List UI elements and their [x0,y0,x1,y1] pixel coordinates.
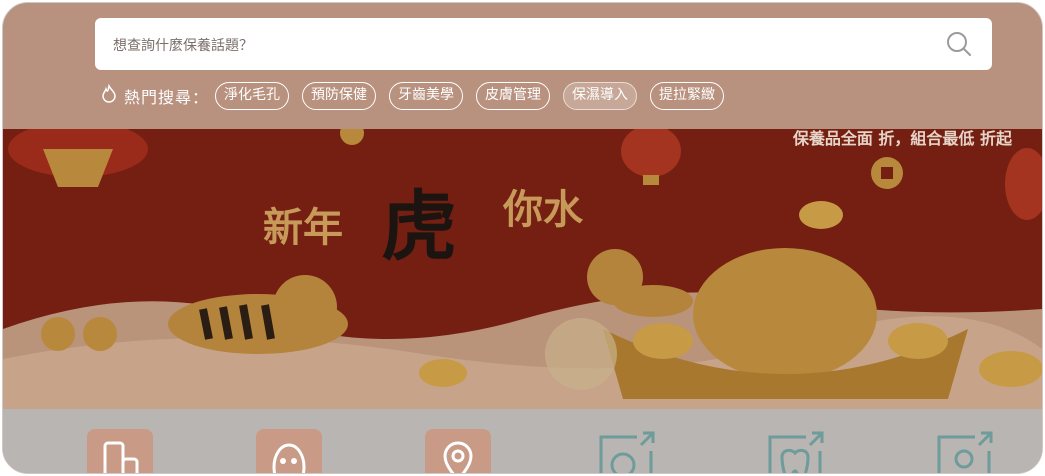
banner-illustration [3,129,1042,409]
hot-search-label: 熱門搜尋： [124,88,210,107]
banner-promo-text: 保養品全面 折，組合最低 折起 [792,129,1012,148]
location-icon[interactable] [425,429,491,473]
hot-chip-1[interactable]: 淨化毛孔 [215,82,290,110]
hot-chip-4[interactable]: 皮膚管理 [476,82,551,110]
flame-icon [100,83,118,108]
hot-chip-6[interactable]: 提拉緊緻 [650,82,725,110]
search-icon[interactable] [946,31,972,57]
search-input[interactable]: 想查詢什麼保養話題？ [95,18,992,70]
hot-search-row: 熱門搜尋： 淨化毛孔 預防保健 牙齒美學 皮膚管理 保濕導入 提拉緊緻 [100,80,737,112]
promo-banner[interactable]: 保養品全面 折，組合最低 折起 新年 虎 你水 [3,129,1042,409]
mask-icon[interactable] [256,429,322,473]
search-zoom-icon[interactable] [593,429,659,473]
app-frame: 想查詢什麼保養話題？ 熱門搜尋： 淨化毛孔 預防保健 牙齒美學 皮膚管理 保濕導… [2,2,1043,474]
banner-title-right: 你水 [503,187,583,233]
user-icon[interactable] [931,429,997,473]
hot-chip-3[interactable]: 牙齒美學 [389,82,464,110]
hot-chip-2[interactable]: 預防保健 [302,82,377,110]
lotion-icon[interactable] [87,429,153,473]
hot-chip-5[interactable]: 保濕導入 [563,82,638,110]
search-placeholder: 想查詢什麼保養話題？ [113,38,253,54]
banner-title-center: 虎 [381,182,457,271]
tooth-icon[interactable] [762,429,828,473]
banner-title-left: 新年 [263,205,343,251]
category-icon-row [3,409,1042,473]
search-area: 想查詢什麼保養話題？ 熱門搜尋： 淨化毛孔 預防保健 牙齒美學 皮膚管理 保濕導… [3,3,1042,129]
